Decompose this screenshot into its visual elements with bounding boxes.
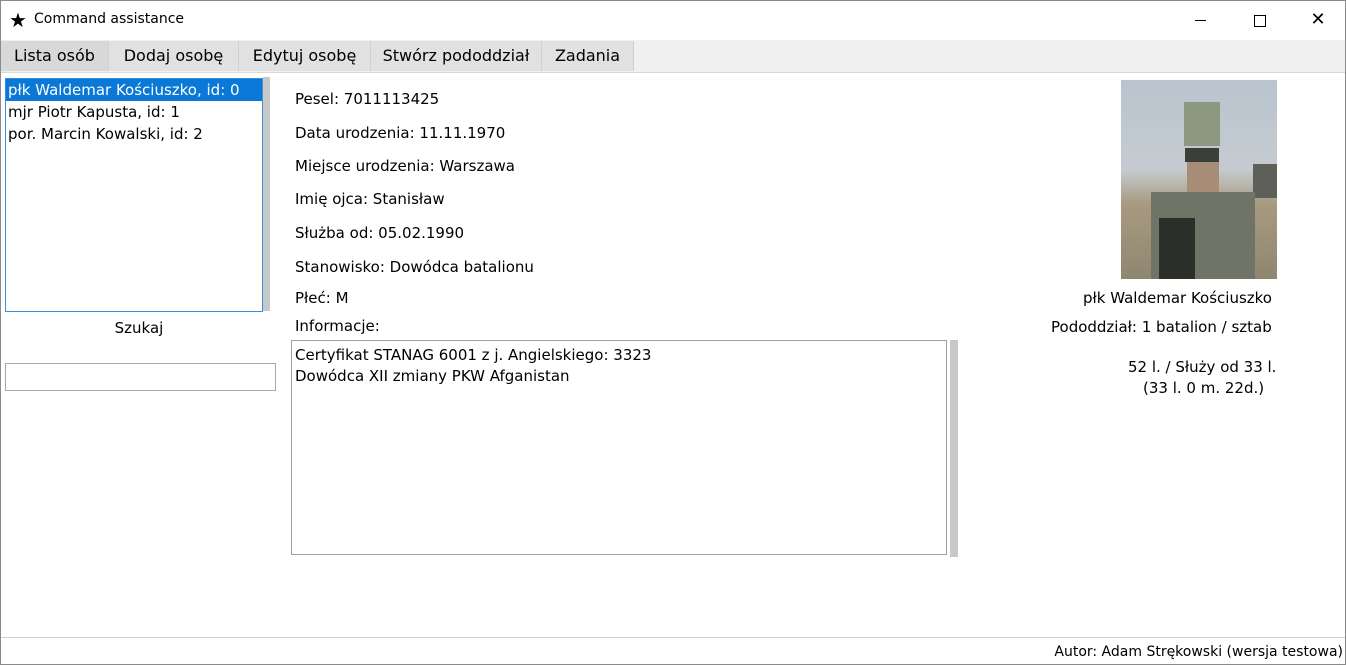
minimize-button[interactable] [1177,1,1223,39]
people-list[interactable]: płk Waldemar Kościuszko, id: 0 mjr Piotr… [5,78,263,312]
tab-edytuj-osobe[interactable]: Edytuj osobę [239,41,371,71]
father-name-text: Imię ojca: Stanisław [295,190,445,208]
profile-service-detail: (33 l. 0 m. 22d.) [1143,379,1265,397]
status-bar: Autor: Adam Strękowski (wersja testowa) [1,637,1345,664]
title-bar[interactable]: ★ Command assistance ✕ [1,1,1345,39]
list-item[interactable]: mjr Piotr Kapusta, id: 1 [6,101,262,123]
tab-lista-osob[interactable]: Lista osób [1,41,109,71]
position-text: Stanowisko: Dowódca batalionu [295,258,534,276]
close-icon: ✕ [1310,9,1326,30]
tab-zadania[interactable]: Zadania [542,41,634,71]
profile-age-service: 52 l. / Służy od 33 l. [1128,358,1277,376]
list-item[interactable]: por. Marcin Kowalski, id: 2 [6,123,262,145]
tab-stworz-pododdzial[interactable]: Stwórz pododdział [371,41,542,71]
star-icon: ★ [9,8,27,32]
birth-date-text: Data urodzenia: 11.11.1970 [295,124,506,142]
pesel-text: Pesel: 7011113425 [295,90,440,108]
sex-text: Płeć: M [295,289,349,307]
tab-bar: Lista osób Dodaj osobę Edytuj osobę Stwó… [1,40,1345,73]
search-label: Szukaj [114,319,164,337]
maximize-icon [1254,14,1266,27]
profile-name: płk Waldemar Kościuszko [1083,289,1272,307]
tab-dodaj-osobe[interactable]: Dodaj osobę [109,41,239,71]
list-scrollbar[interactable] [263,77,270,311]
textarea-scrollbar[interactable] [950,340,958,557]
info-textarea[interactable]: Certyfikat STANAG 6001 z j. Angielskiego… [291,340,947,555]
info-line: Certyfikat STANAG 6001 z j. Angielskiego… [295,346,652,364]
info-label: Informacje: [295,317,380,335]
list-item[interactable]: płk Waldemar Kościuszko, id: 0 [6,79,262,101]
search-input[interactable] [5,363,276,391]
app-window: ★ Command assistance ✕ Lista osób Dodaj … [0,0,1346,665]
minimize-icon [1194,20,1206,21]
profile-unit: Pododdział: 1 batalion / sztab [1051,318,1272,336]
service-since-text: Służba od: 05.02.1990 [295,224,465,242]
info-line: Dowódca XII zmiany PKW Afganistan [295,367,570,385]
birth-place-text: Miejsce urodzenia: Warszawa [295,157,515,175]
maximize-button[interactable] [1237,1,1283,39]
status-text: Autor: Adam Strękowski (wersja testowa) [1054,644,1343,660]
window-title: Command assistance [34,11,185,27]
close-button[interactable]: ✕ [1295,1,1341,39]
profile-photo [1121,80,1277,279]
